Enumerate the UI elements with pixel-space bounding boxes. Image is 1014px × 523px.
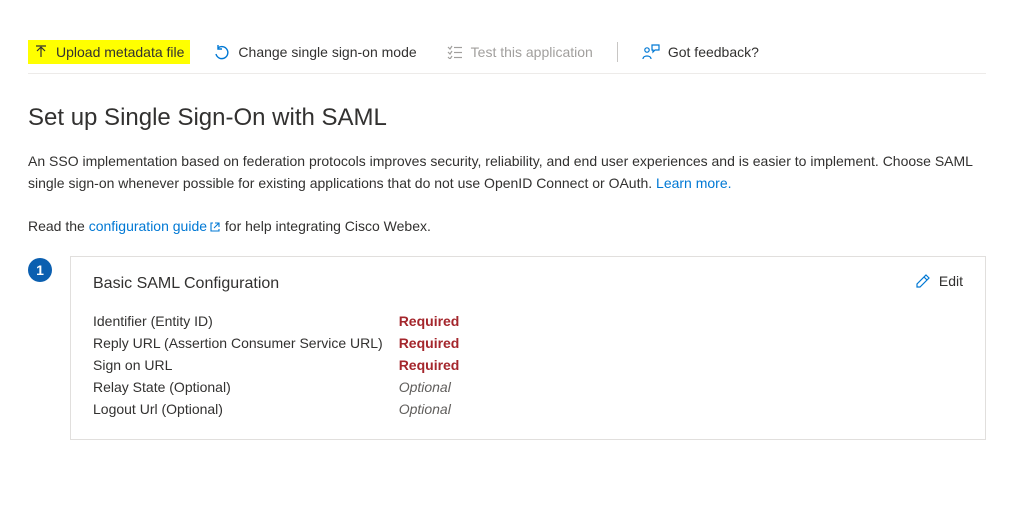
upload-label: Upload metadata file <box>56 44 184 60</box>
field-value: Required <box>399 313 963 329</box>
undo-arrow-icon <box>214 44 230 60</box>
field-value: Optional <box>399 379 963 395</box>
toolbar: Upload metadata file Change single sign-… <box>28 30 986 74</box>
card-title: Basic SAML Configuration <box>93 275 963 293</box>
field-value: Optional <box>399 401 963 417</box>
guide-line: Read the configuration guide for help in… <box>28 218 986 234</box>
edit-button[interactable]: Edit <box>915 273 963 289</box>
page-description: An SSO implementation based on federatio… <box>28 150 986 194</box>
field-value: Required <box>399 335 963 351</box>
field-grid: Identifier (Entity ID) Required Reply UR… <box>93 313 963 417</box>
guide-post: for help integrating Cisco Webex. <box>221 218 431 234</box>
test-app-button[interactable]: Test this application <box>441 40 599 64</box>
learn-more-link[interactable]: Learn more. <box>656 175 731 191</box>
feedback-label: Got feedback? <box>668 44 759 60</box>
description-text: An SSO implementation based on federatio… <box>28 153 972 191</box>
field-label: Reply URL (Assertion Consumer Service UR… <box>93 335 383 351</box>
feedback-button[interactable]: Got feedback? <box>636 40 765 64</box>
field-label: Sign on URL <box>93 357 383 373</box>
step-1-row: 1 Basic SAML Configuration Edit Identifi… <box>28 256 986 440</box>
guide-link-text: configuration guide <box>89 218 207 234</box>
external-link-icon <box>209 221 221 233</box>
upload-arrow-icon <box>34 45 48 59</box>
pencil-icon <box>915 273 931 289</box>
edit-label: Edit <box>939 273 963 289</box>
guide-pre: Read the <box>28 218 89 234</box>
toolbar-separator <box>617 42 618 62</box>
field-value: Required <box>399 357 963 373</box>
test-app-label: Test this application <box>471 44 593 60</box>
checklist-icon <box>447 45 463 59</box>
basic-saml-card: Basic SAML Configuration Edit Identifier… <box>70 256 986 440</box>
person-feedback-icon <box>642 44 660 60</box>
configuration-guide-link[interactable]: configuration guide <box>89 218 221 234</box>
field-label: Identifier (Entity ID) <box>93 313 383 329</box>
upload-metadata-button[interactable]: Upload metadata file <box>28 40 190 64</box>
step-badge: 1 <box>28 258 52 282</box>
field-label: Relay State (Optional) <box>93 379 383 395</box>
change-mode-label: Change single sign-on mode <box>238 44 416 60</box>
page-title: Set up Single Sign-On with SAML <box>28 104 986 132</box>
field-label: Logout Url (Optional) <box>93 401 383 417</box>
change-mode-button[interactable]: Change single sign-on mode <box>208 40 422 64</box>
